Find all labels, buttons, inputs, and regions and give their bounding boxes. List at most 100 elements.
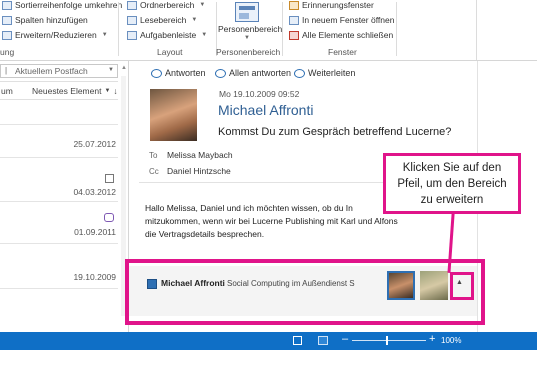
zoom-slider-thumb[interactable]: [386, 336, 388, 345]
people-pane-dropdown[interactable]: Personenbereich: [218, 24, 282, 34]
cc-recipient[interactable]: Daniel Hintzsche: [167, 166, 231, 176]
todo-bar-label: Aufgabenleiste: [140, 30, 197, 40]
reverse-sort-label: Sortierreihenfolge umkehren: [15, 0, 123, 10]
close-all-icon: [289, 30, 299, 40]
reply-icon: [151, 68, 162, 78]
reverse-sort-icon: [2, 0, 12, 10]
zoom-level[interactable]: 100%: [441, 336, 461, 345]
folder-pane-icon: [127, 0, 137, 10]
message-date[interactable]: 01.09.2011: [74, 227, 116, 237]
reading-pane-dropdown[interactable]: Lesebereich ▼: [127, 15, 197, 25]
zoom-out-icon[interactable]: –: [342, 333, 348, 345]
ribbon-right-edge: [476, 0, 477, 60]
message-date[interactable]: 19.10.2009: [73, 272, 116, 282]
reply-all-button[interactable]: Allen antworten: [215, 68, 291, 78]
add-columns-label: Spalten hinzufügen: [15, 15, 88, 25]
body-line: Hallo Melissa, Daniel und ich möchten wi…: [145, 203, 353, 213]
bell-icon: [289, 0, 299, 10]
close-all-items-label: Alle Elemente schließen: [302, 30, 394, 40]
search-scope-label: Aktuellem Postfach: [15, 66, 88, 76]
status-bar: – + 100%: [0, 332, 537, 350]
reading-view-icon[interactable]: [318, 336, 328, 345]
add-columns-icon: [2, 15, 12, 25]
arrangement-group-label: ung: [0, 47, 15, 57]
open-new-window-label: In neuem Fenster öffnen: [302, 15, 395, 25]
window-group-label: Fenster: [328, 47, 357, 57]
people-pane-icon: [235, 2, 259, 22]
callout-box: Klicken Sie auf den Pfeil, um den Bereic…: [383, 153, 521, 214]
expand-collapse-icon: [2, 30, 12, 40]
group-divider: [118, 2, 119, 56]
todo-bar-icon: [127, 30, 137, 40]
ribbon: Sortierreihenfolge umkehren Spalten hinz…: [0, 0, 537, 61]
divider: [0, 99, 118, 100]
chevron-down-icon: ▼: [199, 2, 206, 8]
divider: [0, 81, 118, 82]
open-new-window-command[interactable]: In neuem Fenster öffnen: [289, 15, 394, 25]
callout-line: Klicken Sie auf den: [402, 162, 502, 174]
edit-draft-icon: [105, 174, 114, 183]
message-date: Mo 19.10.2009 09:52: [219, 89, 300, 99]
message-list-pane: | Aktuellem Postfach ▼ ▲ um Neuestes Ele…: [0, 61, 129, 332]
row-divider: [0, 124, 118, 125]
row-divider: [0, 243, 118, 244]
todo-bar-dropdown[interactable]: Aufgabenleiste ▼: [127, 30, 207, 40]
reply-label: Antworten: [165, 68, 206, 78]
callout-line: Pfeil, um den Bereich: [397, 178, 507, 190]
row-divider: [0, 157, 118, 158]
row-divider: [0, 201, 118, 202]
people-pane-highlight: [125, 259, 485, 325]
chevron-down-icon: ▼: [108, 67, 114, 73]
callout-line: zu erweitern: [420, 194, 484, 206]
add-columns-command[interactable]: Spalten hinzufügen: [2, 15, 88, 25]
message-subject: Kommst Du zum Gespräch betreffend Lucern…: [218, 126, 452, 138]
people-pane-label: Personenbereich: [218, 24, 283, 34]
new-window-icon: [289, 15, 299, 25]
folder-pane-label: Ordnerbereich: [140, 0, 195, 10]
chevron-down-icon: ▼: [191, 17, 198, 23]
forward-button[interactable]: Weiterleiten: [294, 68, 355, 78]
cc-label: Cc: [149, 167, 159, 176]
reply-all-icon: [215, 68, 226, 78]
body-line: mitzukommen, wenn wir bei Lucerne Publis…: [145, 216, 398, 226]
reading-pane-label: Lesebereich: [140, 15, 187, 25]
sender-avatar[interactable]: [150, 89, 197, 141]
people-pane-group-label: Personenbereich: [216, 47, 281, 57]
zoom-in-icon[interactable]: +: [429, 333, 435, 345]
folder-pane-dropdown[interactable]: Ordnerbereich ▼: [127, 0, 205, 10]
callout-text: Klicken Sie auf den Pfeil, um den Bereic…: [386, 160, 518, 208]
chevron-down-icon: ▼: [104, 88, 111, 94]
forward-icon: [294, 68, 305, 78]
zoom-slider-track[interactable]: [352, 340, 426, 341]
chevron-down-icon: ▼: [101, 32, 108, 38]
pipe-separator: |: [5, 66, 8, 75]
column-header-from[interactable]: um: [1, 86, 13, 96]
forward-label: Weiterleiten: [308, 68, 356, 78]
reply-button[interactable]: Antworten: [151, 68, 206, 78]
close-all-items-command[interactable]: Alle Elemente schließen: [289, 30, 393, 40]
chevron-down-icon: ▼: [201, 32, 208, 38]
scroll-up-arrow-icon[interactable]: ▲: [121, 65, 127, 71]
reminders-window-command[interactable]: Erinnerungsfenster: [289, 0, 374, 10]
normal-view-icon[interactable]: [293, 336, 302, 345]
column-header-newest[interactable]: Neuestes Element ▼ ↓: [32, 86, 118, 96]
message-date[interactable]: 04.03.2012: [73, 187, 116, 197]
column-newest-label: Neuestes Element: [32, 86, 102, 96]
reverse-sort-command[interactable]: Sortierreihenfolge umkehren: [2, 0, 122, 10]
reminders-window-label: Erinnerungsfenster: [302, 0, 374, 10]
sender-name[interactable]: Michael Affronti: [218, 102, 313, 118]
search-box[interactable]: | Aktuellem Postfach ▼: [0, 64, 118, 78]
chevron-down-icon: ▼: [244, 35, 250, 41]
reply-all-label: Allen antworten: [229, 68, 292, 78]
body-line: die Vertragsdetails besprechen.: [145, 229, 265, 239]
message-body: Hallo Melissa, Daniel und ich möchten wi…: [145, 202, 398, 241]
meeting-request-icon: [104, 213, 114, 222]
message-date[interactable]: 25.07.2012: [73, 139, 116, 149]
expand-collapse-command[interactable]: Erweitern/Reduzieren ▼: [2, 30, 108, 40]
sort-down-arrow-icon: ↓: [113, 86, 118, 96]
group-divider: [396, 2, 397, 56]
group-divider: [282, 2, 283, 56]
reading-pane-icon: [127, 15, 137, 25]
arrow-highlight: [450, 272, 474, 300]
to-recipient[interactable]: Melissa Maybach: [167, 150, 233, 160]
